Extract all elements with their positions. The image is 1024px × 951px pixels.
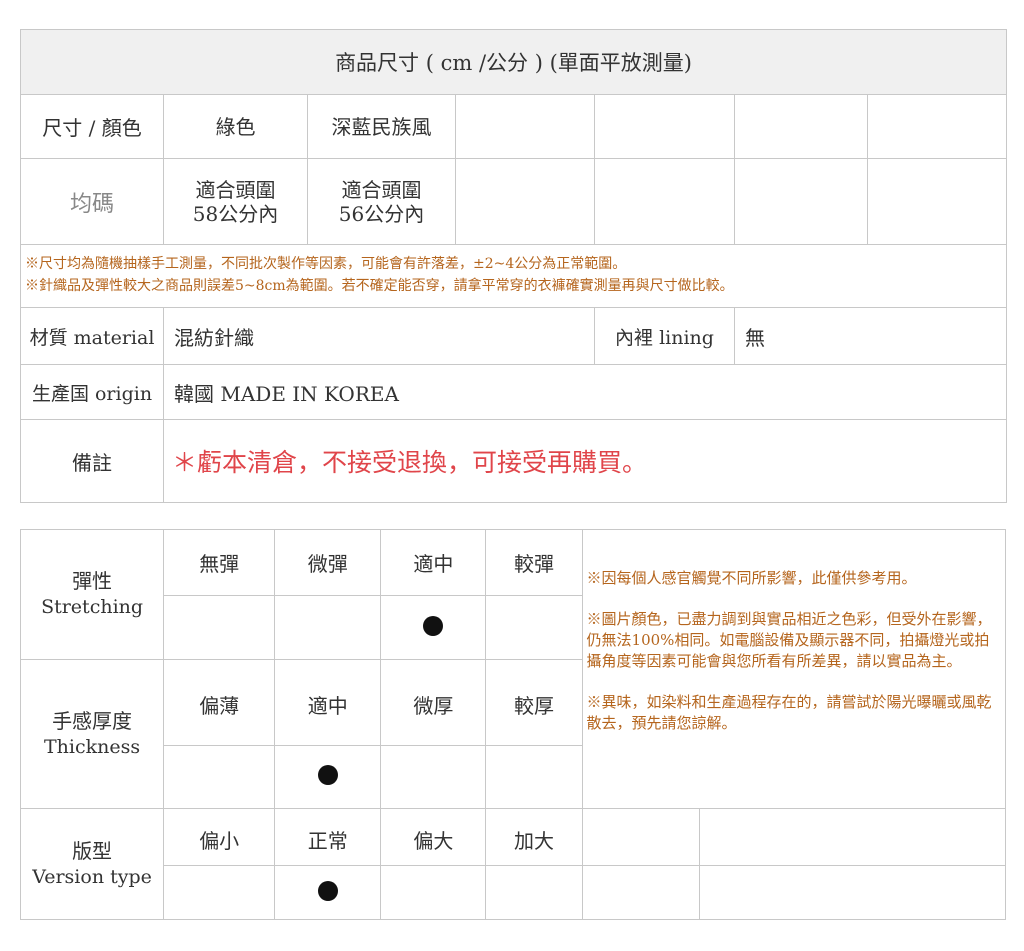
version-mark-cell (380, 865, 487, 920)
stretch-option-medium: 適中 (380, 529, 487, 596)
measurement-notes: ※尺寸均為隨機抽樣手工測量，不同批次製作等因素，可能會有許落差，±2~4公分為正… (19, 244, 1008, 308)
thickness-label-en: Thickness (44, 735, 141, 758)
empty-cell (594, 158, 735, 245)
size-color-label: 尺寸 / 顏色 (20, 94, 164, 159)
attribute-table: 彈性 Stretching 無彈 微彈 適中 較彈 ※因每個人感官觸覺不同所影響… (19, 529, 1007, 920)
material-label: 材質 material (20, 307, 164, 365)
head-size-navy: 適合頭圍 56公分內 (307, 158, 456, 245)
stretch-label-zh: 彈性 (72, 569, 113, 594)
version-option-large: 偏大 (380, 808, 487, 866)
material-value: 混紡針織 (163, 307, 595, 365)
version-mark-cell (274, 865, 382, 920)
stretch-mark-cell (485, 595, 583, 660)
stretch-option-none: 無彈 (163, 529, 276, 596)
empty-cell (866, 94, 1008, 159)
stretch-mark-cell (163, 595, 276, 660)
size-table: 商品尺寸 ( cm /公分 ) (單面平放測量) 尺寸 / 顏色 綠色 深藍民族… (19, 29, 1008, 503)
empty-cell (866, 158, 1008, 245)
stretch-option-high: 較彈 (485, 529, 583, 596)
lining-label: 內裡 lining (594, 307, 735, 365)
remark-label: 備註 (20, 419, 164, 503)
thickness-option-slightly-thick: 微厚 (380, 659, 487, 746)
stretch-mark-cell (274, 595, 382, 660)
version-label: 版型 Version type (19, 808, 165, 920)
thickness-label-zh: 手感厚度 (52, 708, 133, 733)
stretch-mark-cell (380, 595, 487, 660)
origin-value: 韓國 MADE IN KOREA (162, 364, 1008, 420)
thickness-mark-cell (274, 745, 382, 809)
color-green: 綠色 (163, 94, 308, 159)
lining-value: 無 (733, 307, 1008, 365)
empty-cell (698, 865, 1007, 920)
thickness-label: 手感厚度 Thickness (19, 659, 165, 809)
selected-dot-icon (423, 615, 444, 636)
thickness-option-medium: 適中 (274, 659, 382, 746)
size-table-title: 商品尺寸 ( cm /公分 ) (單面平放測量) (19, 29, 1008, 95)
empty-cell (698, 808, 1007, 866)
reference-notes: ※因每個人感官觸覺不同所影響，此僅供參考用。 ※圖片顏色，已盡力調到與實品相近之… (581, 529, 1007, 809)
selected-dot-icon (317, 880, 338, 901)
one-size-label: 均碼 (20, 158, 164, 245)
version-label-zh: 版型 (72, 838, 113, 863)
remark-value: ＊虧本清倉，不接受退換，可接受再購買。 (162, 419, 1008, 503)
empty-cell (455, 94, 595, 159)
reference-note-3: ※異味，如染料和生產過程存在的，請嘗試於陽光曝曬或風乾散去，預先請您諒解。 (586, 693, 992, 732)
empty-cell (581, 808, 700, 866)
thickness-option-thick: 較厚 (485, 659, 583, 746)
empty-cell (581, 865, 700, 920)
color-navy-ethnic: 深藍民族風 (307, 94, 456, 159)
reference-note-2: ※圖片顏色，已盡力調到與實品相近之色彩，但受外在影響，仍無法100%相同。如電腦… (586, 610, 992, 670)
empty-cell (734, 158, 868, 245)
version-option-oversize: 加大 (485, 808, 583, 866)
version-option-small: 偏小 (163, 808, 276, 866)
stretch-label-en: Stretching (41, 596, 144, 619)
empty-cell (734, 94, 868, 159)
stretch-option-slight: 微彈 (274, 529, 382, 596)
stretch-label: 彈性 Stretching (19, 529, 165, 660)
thickness-mark-cell (485, 745, 583, 809)
reference-note-1: ※因每個人感官觸覺不同所影響，此僅供參考用。 (586, 569, 917, 587)
measurement-note-2: ※針織品及彈性較大之商品則誤差5~8cm為範圍。若不確定能否穿，請拿平常穿的衣褲… (25, 278, 734, 294)
empty-cell (594, 94, 735, 159)
head-size-green: 適合頭圍 58公分內 (163, 158, 308, 245)
selected-dot-icon (317, 765, 338, 785)
thickness-mark-cell (163, 745, 276, 809)
version-label-en: Version type (32, 865, 152, 888)
version-mark-cell (163, 865, 276, 920)
empty-cell (455, 158, 595, 245)
thickness-mark-cell (380, 745, 487, 809)
version-option-regular: 正常 (274, 808, 382, 866)
measurement-note-1: ※尺寸均為隨機抽樣手工測量，不同批次製作等因素，可能會有許落差，±2~4公分為正… (25, 256, 627, 273)
thickness-option-thin: 偏薄 (163, 659, 276, 746)
version-mark-cell (485, 865, 583, 920)
origin-label: 生產国 origin (20, 364, 164, 420)
